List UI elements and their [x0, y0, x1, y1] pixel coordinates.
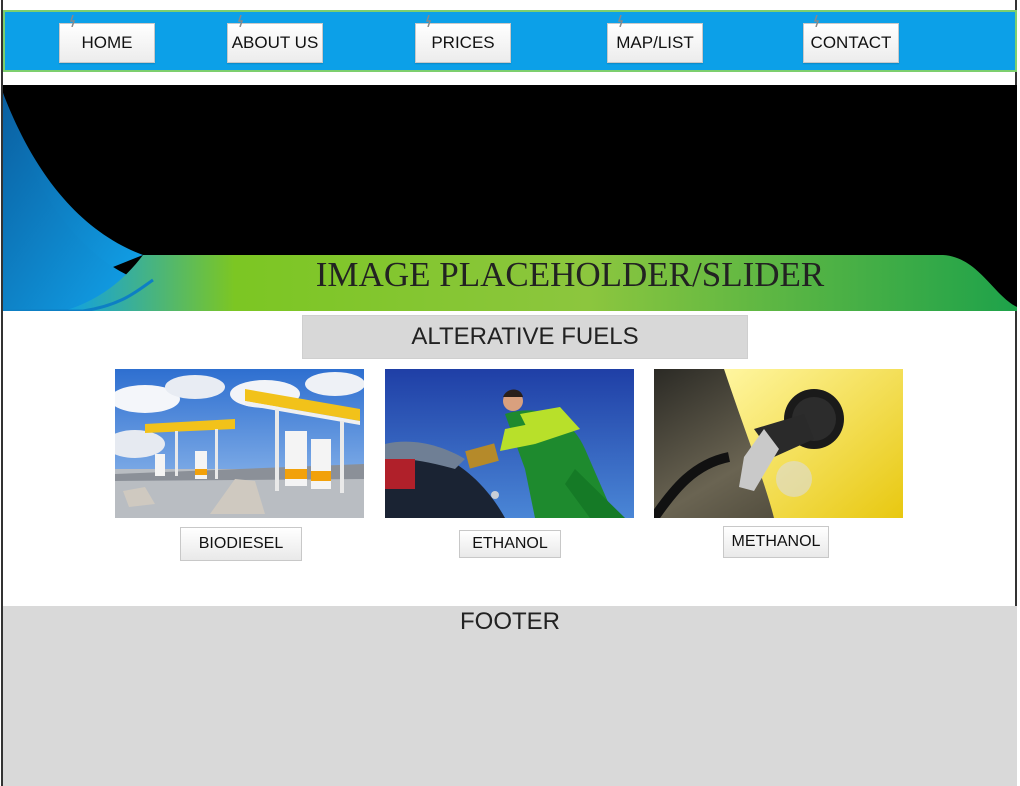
refueling-worker-photo [385, 369, 634, 518]
nav-map-list-label: MAP/LIST [616, 33, 694, 52]
section-title: ALTERATIVE FUELS [302, 315, 748, 359]
pin-icon [425, 15, 432, 27]
pin-icon [813, 15, 820, 27]
nav-contact-label: CONTACT [810, 33, 892, 52]
methanol-label: METHANOL [731, 533, 821, 550]
hero-title: IMAGE PLACEHOLDER/SLIDER [315, 255, 825, 294]
biodiesel-label: BIODIESEL [198, 535, 284, 552]
pin-icon [617, 15, 624, 27]
ethanol-image[interactable] [385, 369, 634, 518]
top-navbar: HOME ABOUT US PRICES MAP/LIST CONTACT [3, 10, 1017, 72]
nav-about-button[interactable]: ABOUT US [227, 15, 323, 63]
ethanol-button[interactable]: ETHANOL [459, 530, 561, 558]
biodiesel-button[interactable]: BIODIESEL [180, 527, 302, 561]
nav-home-button[interactable]: HOME [59, 15, 155, 63]
ethanol-label: ETHANOL [472, 535, 548, 552]
footer-label: FOOTER [460, 608, 560, 635]
methanol-image[interactable] [654, 369, 903, 518]
biodiesel-image[interactable] [115, 369, 364, 518]
pin-icon [69, 15, 76, 27]
nav-about-label: ABOUT US [231, 33, 319, 52]
nav-home-label: HOME [81, 33, 133, 52]
hero-slider[interactable]: IMAGE PLACEHOLDER/SLIDER [3, 85, 1017, 311]
footer: FOOTER [3, 606, 1017, 786]
fuel-nozzle-photo [654, 369, 903, 518]
nav-contact-button[interactable]: CONTACT [803, 15, 899, 63]
nav-map-list-button[interactable]: MAP/LIST [607, 15, 703, 63]
nav-prices-button[interactable]: PRICES [415, 15, 511, 63]
gas-station-photo [115, 369, 364, 518]
pin-icon [237, 15, 244, 27]
methanol-button[interactable]: METHANOL [723, 526, 829, 558]
nav-prices-label: PRICES [431, 33, 495, 52]
